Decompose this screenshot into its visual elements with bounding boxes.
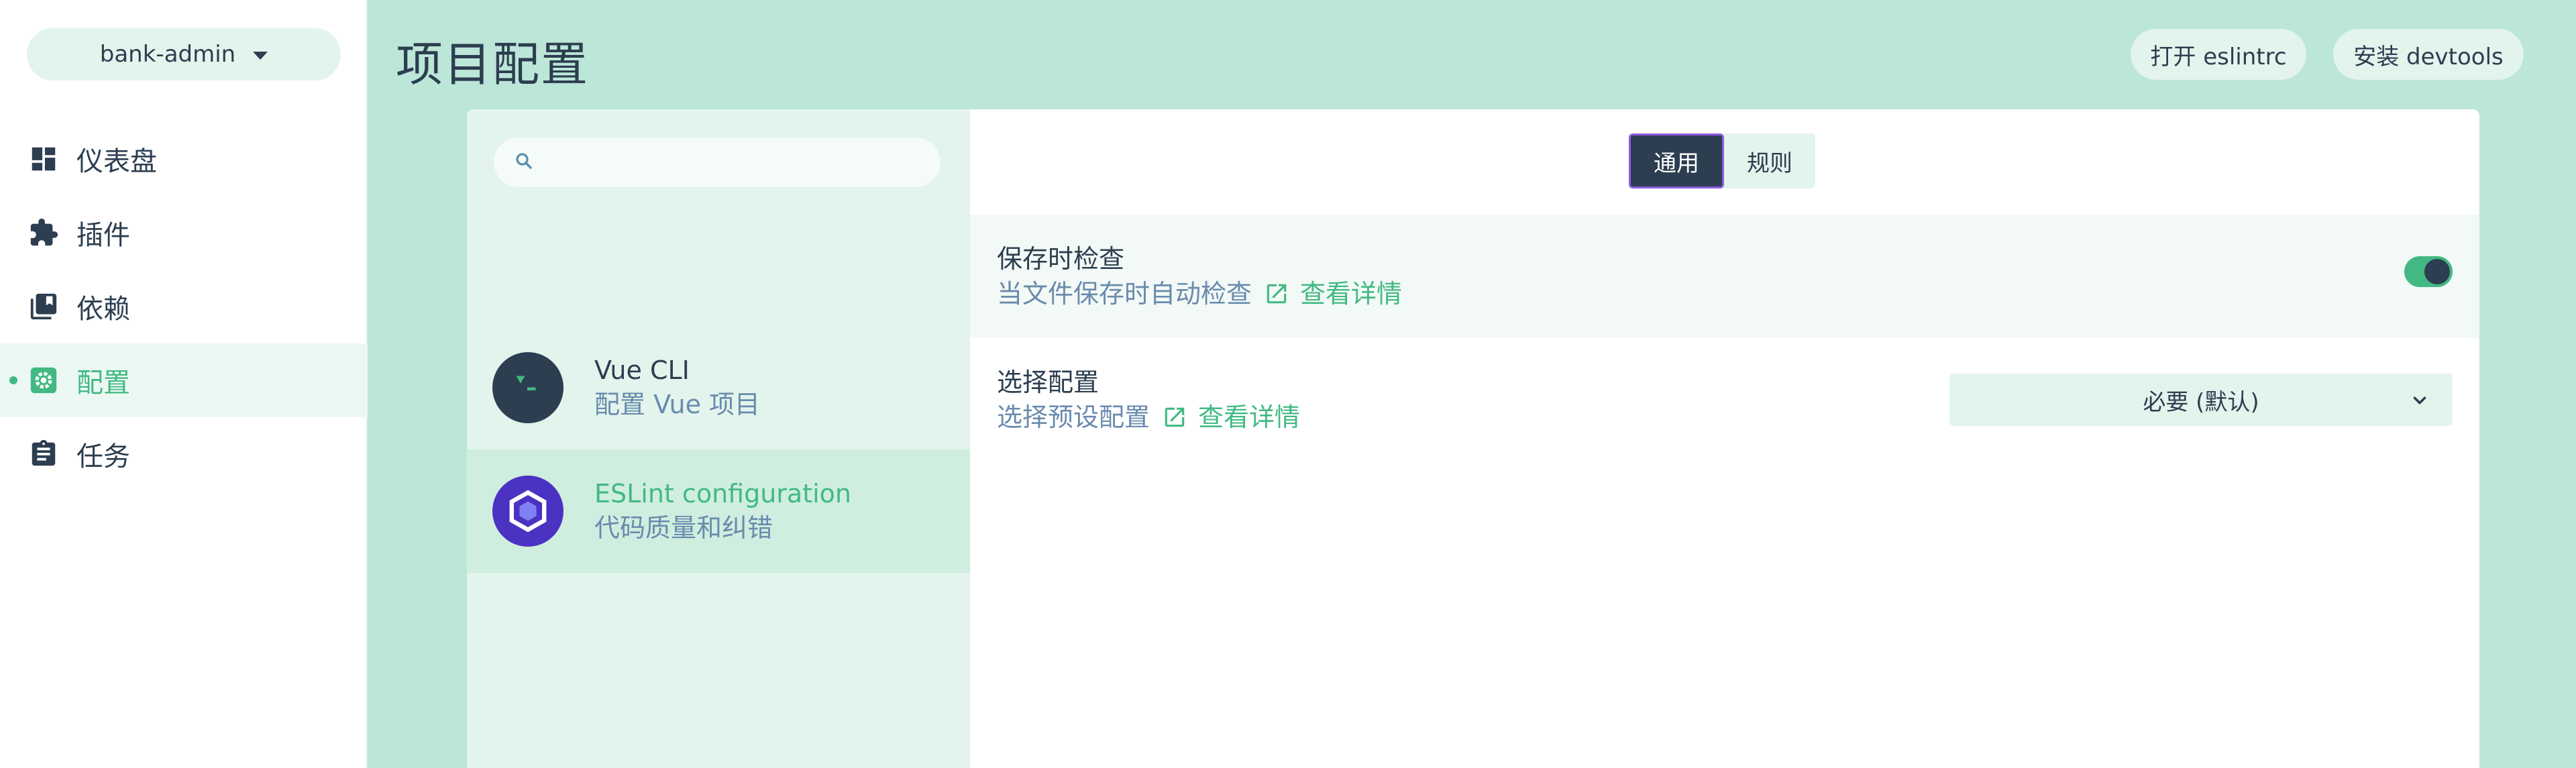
install-devtools-button[interactable]: 安装 devtools [2333, 29, 2524, 80]
nav-label: 仪表盘 [76, 146, 157, 177]
nav-item-dependencies[interactable]: 依赖 [0, 270, 368, 343]
lint-on-save-toggle[interactable] [2404, 256, 2453, 287]
nav-item-plugins[interactable]: 插件 [0, 196, 368, 270]
config-content: 通用 规则 保存时检查 当文件保存时自动检查 查看详情 选择配置 选择预设配置 [970, 109, 2479, 768]
configuration-panel: Vue CLI 配置 Vue 项目 ESLint configuration 代… [467, 109, 2479, 768]
nav-item-dashboard[interactable]: 仪表盘 [0, 122, 368, 196]
config-description: 配置 Vue 项目 [594, 390, 761, 419]
active-indicator [9, 376, 17, 384]
puzzle-icon [27, 216, 60, 250]
project-name: bank-admin [99, 41, 236, 68]
library-icon [27, 290, 60, 323]
vue-cli-terminal-icon [492, 352, 564, 423]
search-box[interactable] [494, 138, 941, 187]
toggle-knob [2422, 256, 2453, 287]
prompt-title: 保存时检查 [997, 244, 1125, 274]
app-sidebar: bank-admin 仪表盘 插件 依赖 配置 任务 [0, 0, 368, 768]
dashboard-icon [27, 142, 60, 176]
config-list: Vue CLI 配置 Vue 项目 ESLint configuration 代… [467, 109, 970, 768]
external-link-icon [1162, 404, 1187, 430]
tab-rules[interactable]: 规则 [1724, 133, 1815, 188]
nav-label: 插件 [76, 220, 130, 251]
chevron-down-icon [2410, 390, 2430, 417]
nav-item-tasks[interactable]: 任务 [0, 417, 368, 491]
config-name: ESLint configuration [594, 479, 851, 508]
sidebar-nav: 仪表盘 插件 依赖 配置 任务 [0, 122, 368, 491]
page-title: 项目配置 [396, 37, 589, 92]
external-link-icon [1264, 281, 1289, 307]
search-icon [514, 151, 534, 174]
config-item-text: ESLint configuration 代码质量和纠错 [594, 477, 851, 545]
config-item-eslint[interactable]: ESLint configuration 代码质量和纠错 [467, 449, 970, 573]
search-input[interactable] [546, 138, 941, 187]
prompt-select-config: 选择配置 选择预设配置 查看详情 必要 (默认) [970, 338, 2479, 461]
more-info-link[interactable]: 查看详情 [1300, 276, 1402, 311]
eslint-hexagon-icon [492, 476, 564, 547]
more-info-link[interactable]: 查看详情 [1198, 400, 1300, 435]
prompt-lint-on-save: 保存时检查 当文件保存时自动检查 查看详情 [970, 215, 2479, 338]
select-value: 必要 (默认) [2143, 388, 2259, 416]
config-preset-select[interactable]: 必要 (默认) [1949, 374, 2453, 426]
nav-label: 配置 [76, 368, 130, 398]
prompt-description-text: 当文件保存时自动检查 [997, 279, 1252, 309]
clipboard-icon [27, 437, 60, 471]
caret-down-icon [253, 52, 268, 60]
config-item-text: Vue CLI 配置 Vue 项目 [594, 353, 760, 422]
prompt-description-text: 选择预设配置 [997, 402, 1150, 432]
nav-item-configuration[interactable]: 配置 [0, 343, 368, 417]
tab-general[interactable]: 通用 [1629, 133, 1724, 188]
config-name: Vue CLI [594, 355, 690, 385]
gear-icon [27, 364, 60, 397]
project-selector[interactable]: bank-admin [27, 28, 341, 80]
tab-bar: 通用 规则 [1629, 133, 1815, 188]
nav-label: 依赖 [76, 294, 130, 325]
config-item-vue-cli[interactable]: Vue CLI 配置 Vue 项目 [467, 326, 970, 449]
open-eslintrc-button[interactable]: 打开 eslintrc [2131, 29, 2306, 80]
config-description: 代码质量和纠错 [594, 513, 773, 543]
nav-label: 任务 [76, 441, 130, 472]
prompt-description: 当文件保存时自动检查 查看详情 [997, 276, 2479, 311]
